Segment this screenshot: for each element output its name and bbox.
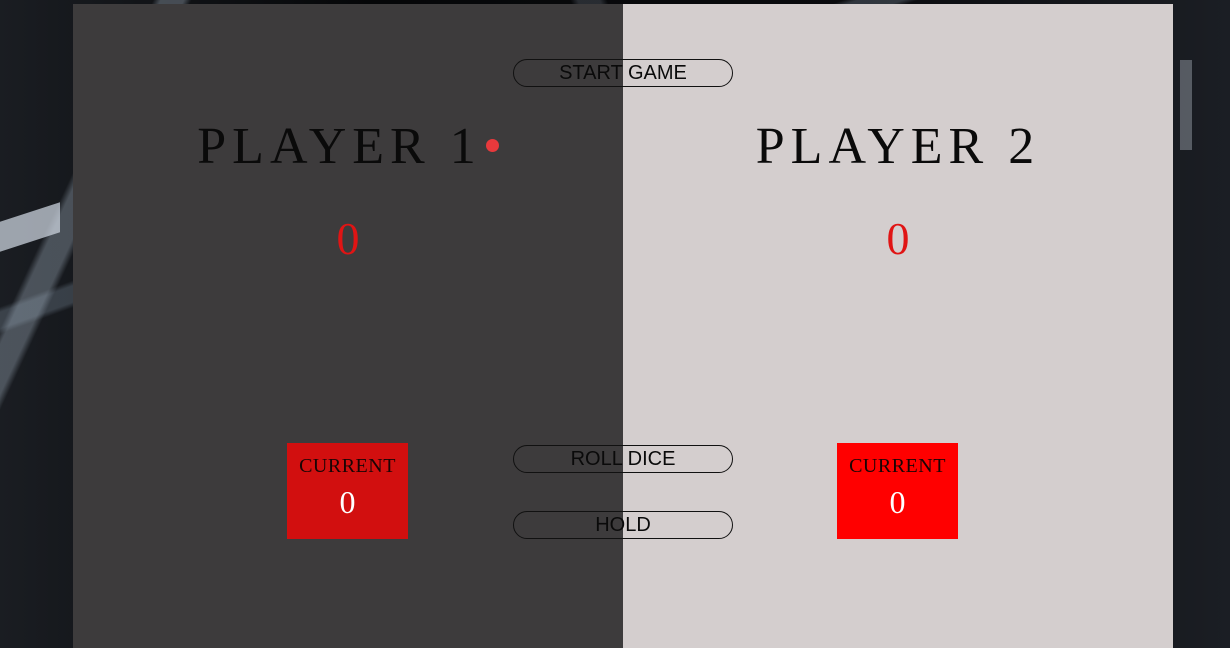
- active-player-dot-icon: [485, 138, 499, 152]
- player-2-total-score: 0: [886, 213, 910, 264]
- player-2-name-label: PLAYER 2: [755, 118, 1041, 175]
- player-1-panel: PLAYER 1 0 CURRENT 0: [73, 4, 623, 648]
- player-1-current-score: 0: [339, 484, 356, 520]
- hold-button[interactable]: HOLD: [513, 511, 733, 539]
- player-2-panel: PLAYER 2 0 CURRENT 0: [623, 4, 1173, 648]
- start-game-button[interactable]: START GAME: [513, 59, 733, 87]
- player-1-total-score: 0: [336, 213, 360, 264]
- player-1-current-label: CURRENT: [299, 455, 396, 477]
- player-2-current-label: CURRENT: [849, 455, 946, 477]
- roll-dice-button[interactable]: ROLL DICE: [513, 445, 733, 473]
- player-1-name: PLAYER 1: [73, 117, 623, 176]
- background-glint: [1180, 60, 1192, 150]
- player-2-current-score: 0: [889, 484, 906, 520]
- player-1-name-label: PLAYER 1: [197, 118, 482, 175]
- game-board: PLAYER 1 0 CURRENT 0 PLAYER 2 0 CURRENT …: [73, 4, 1173, 648]
- player-2-current-box: CURRENT 0: [837, 443, 958, 539]
- player-2-name: PLAYER 2: [623, 117, 1173, 176]
- player-1-current-box: CURRENT 0: [287, 443, 408, 539]
